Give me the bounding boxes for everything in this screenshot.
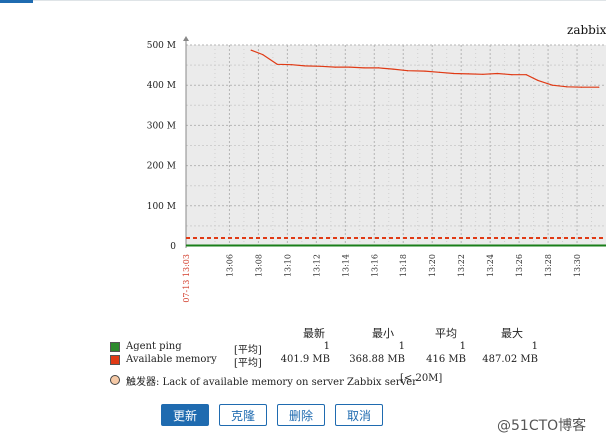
series-point [566, 86, 568, 88]
x-tick-label: 13:12 [312, 254, 321, 277]
series-point [482, 73, 484, 75]
trigger-label: 触发器: Lack of available memory on server … [126, 377, 417, 388]
series-point [467, 73, 469, 75]
legend-header-last: 最新 [303, 327, 325, 340]
x-tick-label: 13:16 [370, 254, 379, 277]
legend-header-avg: 平均 [435, 327, 457, 340]
series-point [392, 68, 394, 70]
legend-item-max: 1 [531, 341, 538, 352]
series-point [496, 72, 498, 75]
legend-item-min: 1 [398, 341, 405, 352]
legend-swatch [110, 355, 120, 365]
x-tick-label: 13:28 [544, 254, 553, 277]
x-tick-label: 13:14 [341, 254, 350, 277]
legend-swatch [110, 342, 120, 352]
y-tick-label: 500 M [147, 41, 176, 51]
series-point [511, 74, 513, 76]
y-tick-label: 100 M [147, 202, 176, 212]
series-point [378, 67, 380, 69]
series-point [551, 84, 554, 86]
legend-item-fn: [平均] [234, 358, 262, 369]
x-tick-label: 13:26 [515, 254, 524, 277]
watermark: @51CTO博客 [497, 418, 587, 434]
series-point [363, 67, 365, 69]
delete-button[interactable]: 删除 [277, 404, 325, 426]
series-point [349, 66, 351, 68]
legend-header-min: 最小 [372, 327, 394, 340]
x-start-label: 07-13 13:03 [182, 254, 191, 303]
series-point [320, 65, 322, 67]
legend-item-last: 1 [323, 341, 330, 352]
series-point [525, 74, 527, 76]
legend-item-last: 401.9 MB [280, 354, 330, 365]
legend-item-name: Agent ping [126, 341, 182, 352]
x-tick-label: 13:06 [225, 254, 234, 277]
y-axis-arrow [183, 36, 189, 41]
series-point [580, 86, 583, 88]
series-point [304, 65, 306, 67]
x-tick-label: 13:24 [486, 254, 495, 277]
series-point [262, 54, 264, 56]
y-tick-label: 400 M [147, 81, 176, 91]
series-point [598, 86, 600, 88]
legend-item-name: Available memory [126, 354, 217, 365]
update-button[interactable]: 更新 [161, 404, 209, 426]
series-point [453, 72, 455, 75]
trigger-condition: [< 20M] [400, 373, 443, 384]
series-point [438, 71, 440, 73]
legend-item-agent-ping: Agent ping [平均] 1 1 1 1 [110, 341, 580, 356]
legend-item-avg: 1 [459, 341, 466, 352]
series-point [334, 66, 336, 68]
y-tick-label: 0 [170, 242, 176, 252]
x-tick-label: 13:18 [399, 254, 408, 277]
legend-item-min: 368.88 MB [349, 354, 405, 365]
legend-header-max: 最大 [501, 327, 523, 340]
x-tick-label: 13:08 [254, 254, 263, 277]
series-point [407, 70, 409, 72]
series-point [291, 64, 293, 66]
legend-item-max: 487.02 MB [482, 354, 538, 365]
cancel-button[interactable]: 取消 [335, 404, 383, 426]
x-tick-label: 13:30 [573, 254, 582, 277]
series-point [276, 63, 278, 65]
series-point [250, 49, 252, 51]
y-tick-label: 200 M [147, 162, 176, 172]
series-point [424, 70, 426, 72]
legend-item-avg: 416 MB [426, 354, 466, 365]
clone-button[interactable]: 克隆 [219, 404, 267, 426]
x-tick-label: 13:22 [457, 254, 466, 277]
series-point [537, 79, 539, 81]
legend-trigger: 触发器: Lack of available memory on server … [110, 373, 580, 388]
graph-chart: 0 100 M 200 M 300 M 400 M 500 M 13:06 13:08 13:1… [147, 36, 606, 303]
legend-item-available-memory: Available memory [平均] 401.9 MB 368.88 MB… [110, 354, 580, 369]
trigger-dot-icon [110, 375, 120, 385]
x-tick-label: 13:20 [428, 254, 437, 277]
x-tick-label: 13:10 [283, 254, 292, 277]
y-tick-label: 300 M [147, 121, 176, 131]
